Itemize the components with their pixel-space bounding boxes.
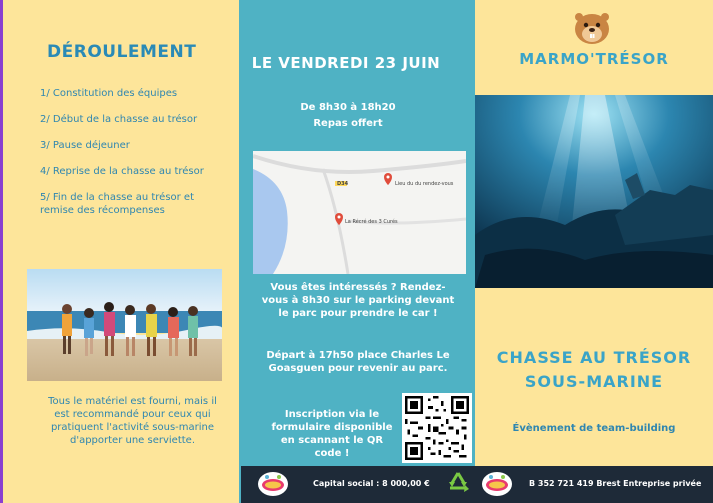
event-title-line1: CHASSE AU TRÉSOR [496, 348, 692, 367]
event-date: LE VENDREDI 23 JUIN [251, 54, 441, 72]
event-hours: De 8h30 à 18h20 [300, 102, 396, 113]
meal-info: Repas offert [313, 118, 383, 129]
equipment-note: Tous le matériel est fourni, mais il est… [48, 396, 217, 446]
capital-info: Capital social : 8 000,00 € [313, 479, 430, 488]
event-subtitle: Évènement de team-building [512, 423, 676, 434]
return-info: Départ à 17h50 place Charles Le Goasguen… [266, 350, 450, 374]
location-map[interactable]: Lieu du du rendez-vous La Récré des 3 Cu… [253, 151, 466, 274]
beach-photo [27, 269, 222, 381]
footer-bar: Capital social : 8 000,00 € B 352 721 41… [241, 466, 713, 503]
company-registration: B 352 721 419 Brest Entreprise privée [529, 479, 702, 488]
schedule-step: 1/ Constitution des équipes [40, 88, 178, 99]
map-label-meeting: Lieu du du rendez-vous [395, 181, 454, 187]
schedule-step: 5/ Fin de la chasse au trésor et remise … [40, 192, 195, 216]
map-road-label: D34 [337, 181, 349, 187]
marmot-logo-icon [570, 7, 614, 47]
company-logo-icon [257, 471, 289, 497]
company-logo-icon [481, 471, 513, 497]
schedule-list: 1/ Constitution des équipes 2/ Début de … [40, 87, 225, 230]
schedule-step: 2/ Début de la chasse au trésor [40, 114, 198, 125]
brand-name: MARMO'TRÉSOR [519, 50, 669, 68]
meeting-info: Vous êtes intéressés ? Rendez-vous à 8h3… [261, 282, 455, 319]
recycle-icon [445, 470, 471, 498]
signup-info: Inscription via le formulaire disponible… [271, 409, 393, 459]
underwater-photo [475, 95, 713, 288]
event-title-line2: SOUS-MARINE [524, 372, 664, 391]
schedule-step: 4/ Reprise de la chasse au trésor [40, 166, 204, 177]
section-title: DÉROULEMENT [47, 42, 197, 62]
map-label-park: La Récré des 3 Curés [345, 219, 398, 225]
qr-code[interactable] [402, 393, 472, 463]
schedule-step: 3/ Pause déjeuner [40, 140, 130, 151]
event-title: CHASSE AU TRÉSOR SOUS-MARINE [475, 346, 713, 394]
brochure-page: DÉROULEMENT 1/ Constitution des équipes … [0, 0, 713, 503]
